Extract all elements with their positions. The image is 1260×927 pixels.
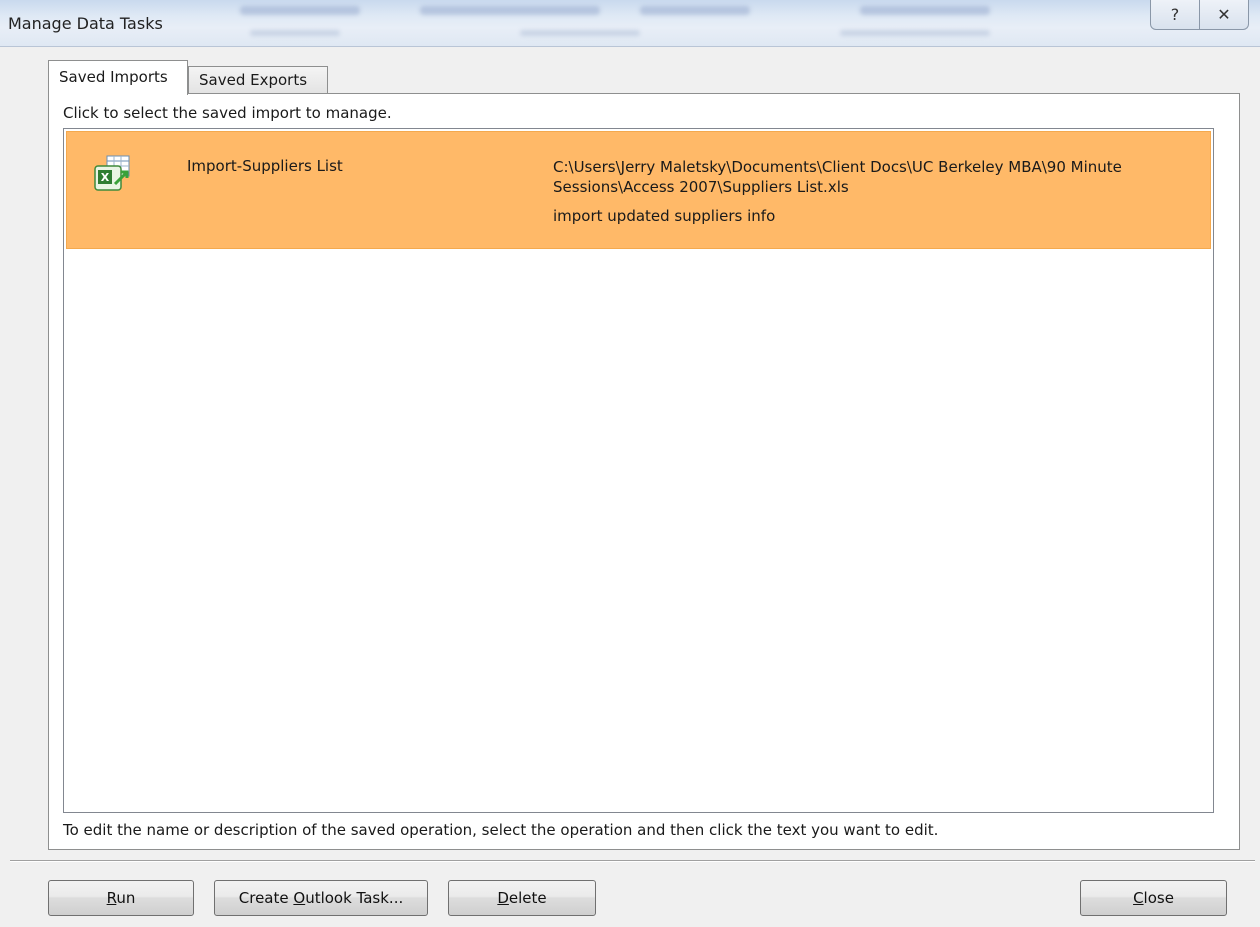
outlook-button-accel: O [293,889,306,907]
tab-saved-imports[interactable]: Saved Imports [48,60,188,95]
operation-path: C:\Users\Jerry Maletsky\Documents\Client… [553,158,1122,196]
operation-description[interactable]: import updated suppliers info [553,207,775,225]
outlook-button-label-pre: Create [238,889,294,907]
tab-panel-saved-imports: Click to select the saved import to mana… [48,93,1240,850]
tab-saved-exports[interactable]: Saved Exports [188,66,328,94]
instruction-text: Click to select the saved import to mana… [63,104,392,122]
background-blur [520,30,640,36]
saved-operations-list[interactable]: X Import-Suppliers List C:\Users\Jerry M… [63,128,1214,813]
run-button-accel: R [106,889,117,907]
background-blur [250,30,340,36]
background-blur [640,6,750,15]
delete-button-accel: D [497,889,509,907]
close-button-accel: C [1133,889,1144,907]
close-button[interactable]: Close [1080,880,1227,916]
create-outlook-task-button[interactable]: Create Outlook Task... [214,880,428,916]
help-button[interactable]: ? [1150,0,1200,30]
divider [10,860,1255,862]
background-blur [840,30,990,36]
window-close-button[interactable]: ✕ [1199,0,1249,30]
excel-import-icon: X [93,154,133,194]
svg-text:X: X [101,171,110,184]
background-blur [240,6,360,15]
delete-button-label: elete [508,889,547,907]
close-icon: ✕ [1217,5,1231,24]
window-title: Manage Data Tasks [8,14,163,33]
edit-hint-text: To edit the name or description of the s… [63,821,939,839]
close-button-label: lose [1143,889,1174,907]
help-icon: ? [1170,5,1180,24]
outlook-button-label-post: utlook Task... [305,889,404,907]
operation-name[interactable]: Import-Suppliers List [187,157,343,175]
run-button-label: un [116,889,136,907]
title-bar: Manage Data Tasks ? ✕ [0,0,1260,47]
background-blur [420,6,600,15]
background-blur [860,6,990,15]
saved-operation-row[interactable]: X Import-Suppliers List C:\Users\Jerry M… [66,131,1211,249]
run-button[interactable]: Run [48,880,194,916]
delete-button[interactable]: Delete [448,880,596,916]
